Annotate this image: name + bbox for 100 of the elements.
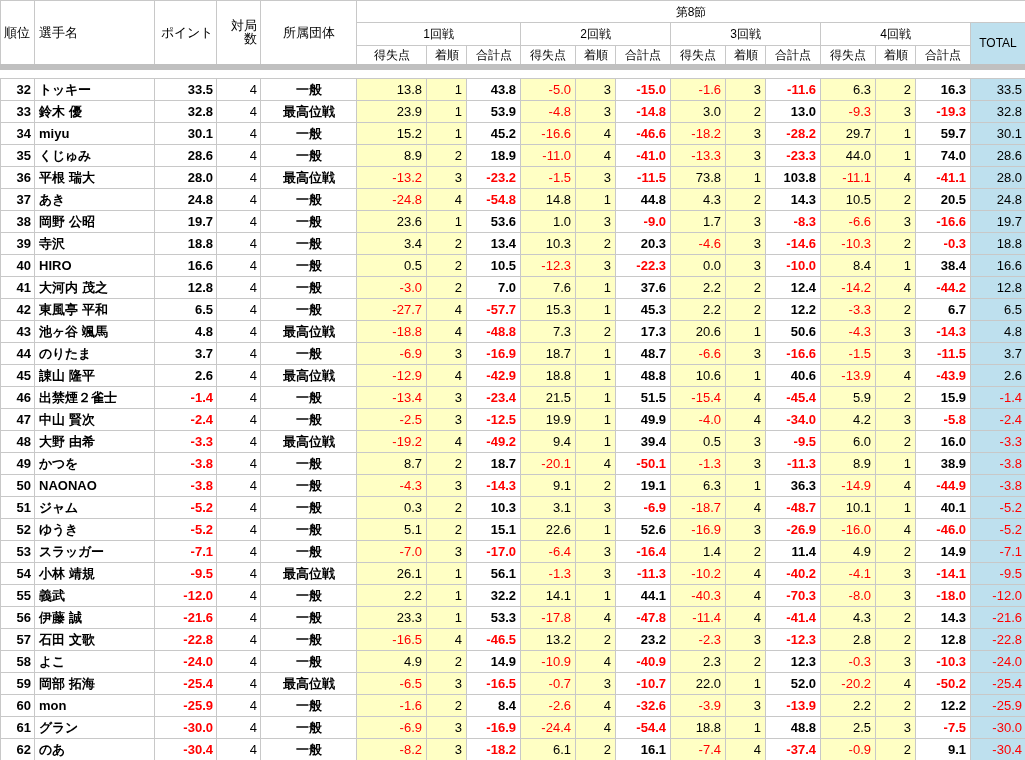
table-cell: 13.4	[466, 232, 521, 255]
table-cell: -41.0	[615, 144, 671, 167]
table-cell: 56	[0, 606, 35, 629]
table-cell: 一般	[260, 474, 357, 497]
table-cell: 最高位戦	[260, 100, 357, 123]
table-cell: 4	[216, 430, 261, 453]
table-cell: 岡部 拓海	[34, 672, 155, 695]
table-cell: 43.8	[466, 78, 521, 101]
table-cell: 一般	[260, 452, 357, 475]
column-header: 所属団体	[260, 0, 357, 67]
table-cell: 50.6	[765, 320, 821, 343]
table-cell: 32.8	[154, 100, 217, 123]
table-cell: 28.6	[154, 144, 217, 167]
table-cell: -57.7	[466, 298, 521, 321]
table-cell: 4.8	[154, 320, 217, 343]
table-cell: 一般	[260, 694, 357, 717]
table-cell: 12.4	[765, 276, 821, 299]
table-cell: -40.9	[615, 650, 671, 673]
table-cell: 10.3	[466, 496, 521, 519]
table-cell: トッキー	[34, 78, 155, 101]
table-cell: -11.5	[915, 342, 971, 365]
table-cell: -8.3	[765, 210, 821, 233]
table-cell: 38	[0, 210, 35, 233]
table-cell: 62	[0, 738, 35, 760]
table-cell: 池ヶ谷 颯馬	[34, 320, 155, 343]
table-cell: 19.7	[154, 210, 217, 233]
table-cell: 一般	[260, 540, 357, 563]
table-cell: -11.3	[765, 452, 821, 475]
table-cell: 53.3	[466, 606, 521, 629]
table-cell: 4	[216, 188, 261, 211]
table-cell: -16.9	[466, 716, 521, 739]
table-cell: 義武	[34, 584, 155, 607]
table-cell: 一般	[260, 584, 357, 607]
table-cell: 12.8	[154, 276, 217, 299]
table-cell: 36.3	[765, 474, 821, 497]
table-cell: -18.0	[915, 584, 971, 607]
table-cell: のりたま	[34, 342, 155, 365]
table-cell: -43.9	[915, 364, 971, 387]
table-cell: グラン	[34, 716, 155, 739]
table-cell: 57	[0, 628, 35, 651]
table-cell: -48.7	[765, 496, 821, 519]
table-cell: 4	[216, 364, 261, 387]
table-cell: 一般	[260, 342, 357, 365]
table-cell: 14.9	[915, 540, 971, 563]
table-cell: -13.9	[765, 694, 821, 717]
table-cell: -11.5	[615, 166, 671, 189]
table-cell: -1.4	[154, 386, 217, 409]
table-cell: 諌山 隆平	[34, 364, 155, 387]
table-cell: 4	[216, 166, 261, 189]
table-cell: 出禁煙２雀士	[34, 386, 155, 409]
table-cell: 20.3	[615, 232, 671, 255]
table-cell: 4	[216, 518, 261, 541]
table-cell: -25.4	[154, 672, 217, 695]
table-cell: -12.5	[466, 408, 521, 431]
table-cell: -11.6	[765, 78, 821, 101]
table-cell: 48.7	[615, 342, 671, 365]
table-cell: -12.0	[154, 584, 217, 607]
table-cell: 大河内 茂之	[34, 276, 155, 299]
table-cell: 14.3	[915, 606, 971, 629]
table-cell: よこ	[34, 650, 155, 673]
table-cell: 24.8	[154, 188, 217, 211]
table-cell: 11.4	[765, 540, 821, 563]
table-cell: -6.9	[615, 496, 671, 519]
column-header: 対局数	[216, 0, 261, 67]
table-cell: 一般	[260, 716, 357, 739]
table-cell: 一般	[260, 298, 357, 321]
table-cell: かつを	[34, 452, 155, 475]
table-cell: 45	[0, 364, 35, 387]
table-cell: 鈴木 優	[34, 100, 155, 123]
table-cell: -16.6	[765, 342, 821, 365]
table-cell: 16.3	[915, 78, 971, 101]
table-cell: 大野 由希	[34, 430, 155, 453]
table-cell: -49.2	[466, 430, 521, 453]
table-cell: -9.0	[615, 210, 671, 233]
table-cell: 53.9	[466, 100, 521, 123]
table-cell: -7.1	[154, 540, 217, 563]
table-cell: 4	[216, 232, 261, 255]
table-cell: 53.6	[466, 210, 521, 233]
table-cell: 18.7	[466, 452, 521, 475]
table-cell: 最高位戦	[260, 562, 357, 585]
table-cell: 20.5	[915, 188, 971, 211]
table-cell: 最高位戦	[260, 672, 357, 695]
table-cell: -25.9	[154, 694, 217, 717]
table-cell: 7.0	[466, 276, 521, 299]
table-cell: 48	[0, 430, 35, 453]
table-cell: -16.4	[615, 540, 671, 563]
table-cell: -30.0	[154, 716, 217, 739]
table-cell: -47.8	[615, 606, 671, 629]
table-cell: 東風亭 平和	[34, 298, 155, 321]
table-cell: 43	[0, 320, 35, 343]
table-cell: -14.8	[615, 100, 671, 123]
table-cell: 51.5	[615, 386, 671, 409]
table-cell: -3.3	[154, 430, 217, 453]
table-cell: -5.2	[154, 518, 217, 541]
table-cell: 53	[0, 540, 35, 563]
table-cell: 一般	[260, 408, 357, 431]
table-cell: -40.2	[765, 562, 821, 585]
table-cell: 4	[216, 100, 261, 123]
table-cell: 岡野 公昭	[34, 210, 155, 233]
table-cell: 一般	[260, 606, 357, 629]
